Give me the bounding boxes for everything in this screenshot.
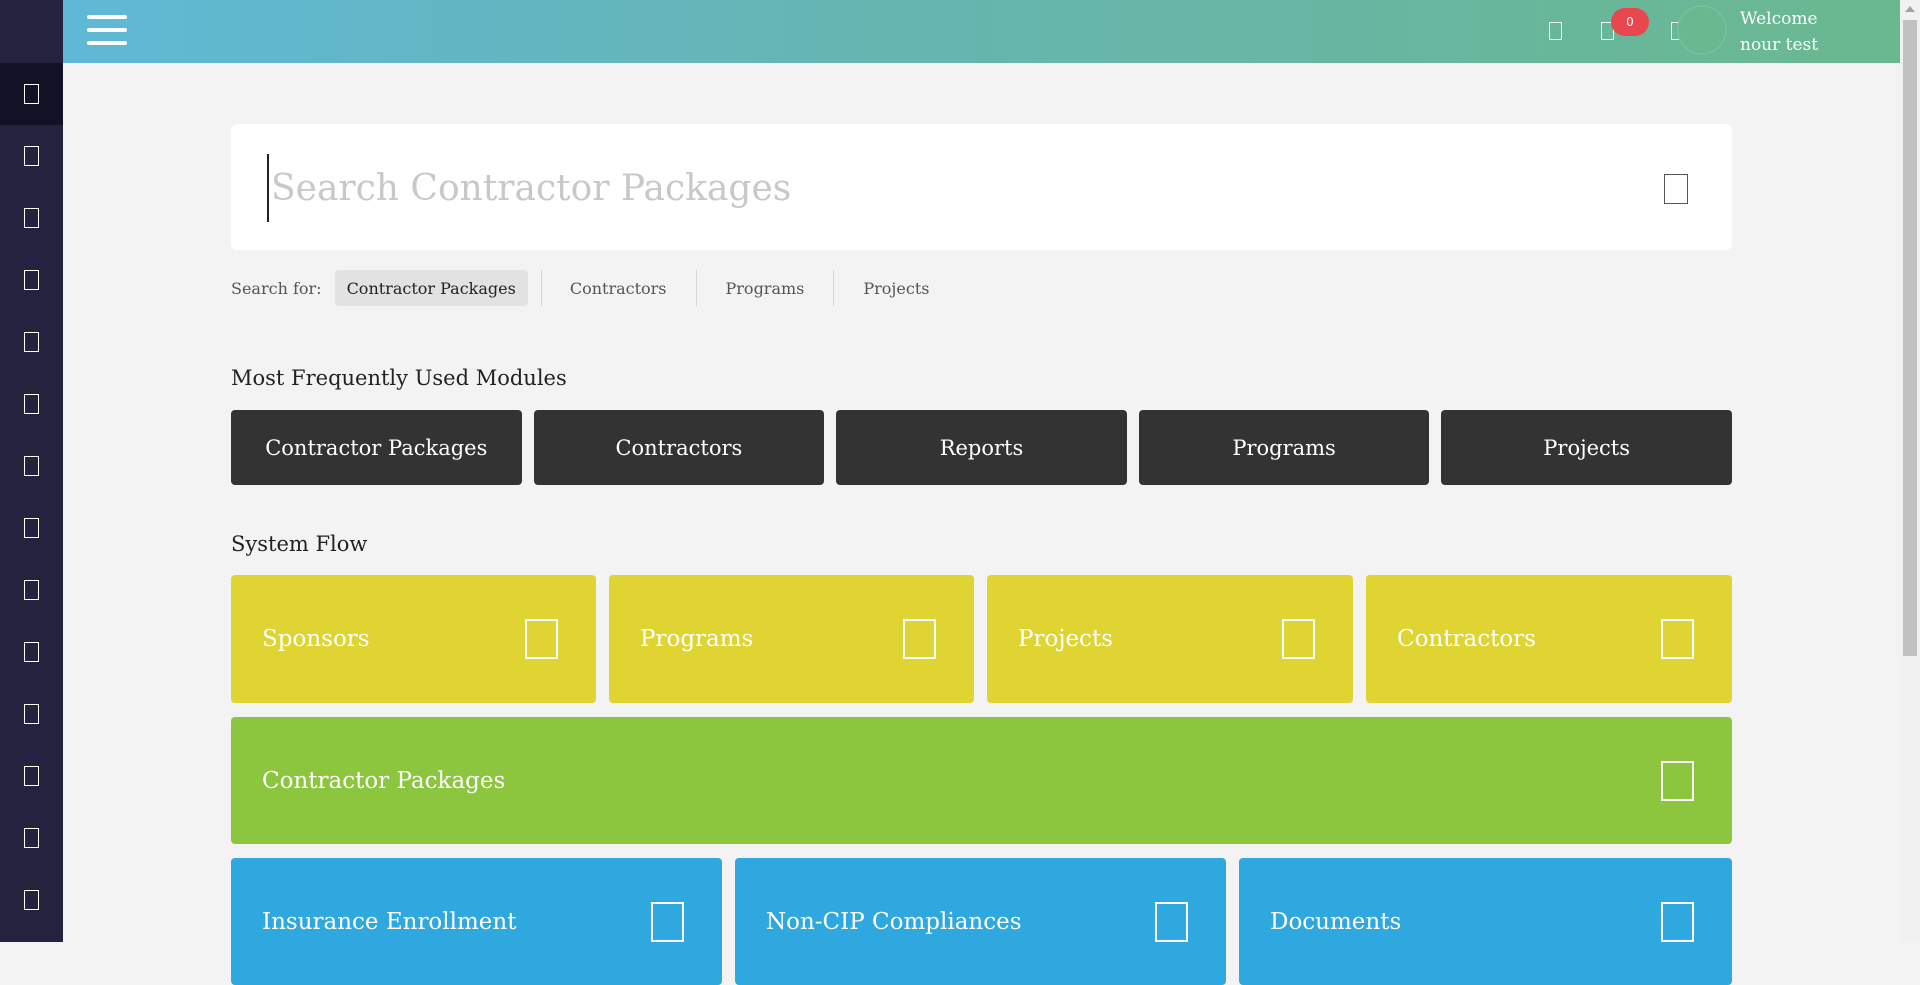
module-reports-button[interactable]: Reports [836,410,1127,485]
flow-tile-label: Projects [1018,626,1113,652]
projects-icon [1282,619,1315,659]
scroll-up-arrow-icon[interactable] [1905,6,1915,12]
welcome-text: Welcome [1740,9,1818,29]
flow-tile-label: Documents [1270,908,1402,935]
user-name: nour test [1740,35,1819,55]
bell-icon[interactable] [1549,22,1562,40]
module-contractors-button[interactable]: Contractors [533,410,825,485]
module-projects-button[interactable]: Projects [1441,410,1732,485]
sidebar-item-logout[interactable] [0,869,63,931]
flow-tile-label: Insurance Enrollment [262,908,517,935]
sidebar-item-programs[interactable] [0,187,63,249]
flow-tile-contractors[interactable]: Contractors [1366,575,1732,703]
messages-badge: 0 [1611,8,1649,36]
search-scope-contractors[interactable]: Contractors [541,270,697,306]
scroll-thumb[interactable] [1903,20,1917,656]
contractors-icon [1661,619,1694,659]
dashboard-icon [24,84,39,104]
flow-tile-contractor-packages[interactable]: Contractor Packages [231,717,1732,844]
search-scope-projects[interactable]: Projects [834,270,958,306]
flow-tile-non-cip-compliances[interactable]: Non-CIP Compliances [735,858,1226,985]
sidebar-item-help[interactable] [0,807,63,869]
modules-row: Contractor Packages Contractors Reports … [231,410,1732,485]
module-contractor-packages-button[interactable]: Contractor Packages [231,410,522,485]
flow-tile-label: Sponsors [262,626,370,652]
insurance-icon [24,456,39,476]
flow-tile-label: Non-CIP Compliances [766,908,1022,935]
modules-title: Most Frequently Used Modules [231,366,567,390]
sidebar-item-reports[interactable] [0,621,63,683]
search-scope-label: Search for: [231,278,322,298]
contractor-packages-icon [1661,760,1694,801]
search-input[interactable] [267,154,1573,222]
scrollbar[interactable] [1900,0,1920,942]
sidebar-item-settings[interactable] [0,745,63,807]
search-scope: Search for: Contractor Packages Contract… [231,270,958,306]
sidebar [0,0,63,942]
sidebar-item-contractor-packages[interactable] [0,373,63,435]
flow-tile-documents[interactable]: Documents [1239,858,1732,985]
avatar[interactable] [1677,5,1727,55]
search-icon[interactable] [1664,174,1688,204]
search-scope-programs[interactable]: Programs [697,270,835,306]
documents-icon [24,580,39,600]
reports-icon [24,642,39,662]
contractors-icon [24,332,39,352]
sidebar-item-users[interactable] [0,683,63,745]
sidebar-item-insurance[interactable] [0,435,63,497]
flow-tile-label: Programs [640,626,754,652]
flow-tile-insurance-enrollment[interactable]: Insurance Enrollment [231,858,722,985]
flow-tile-sponsors[interactable]: Sponsors [231,575,596,703]
projects-icon [24,270,39,290]
sidebar-item-contractors[interactable] [0,311,63,373]
system-flow-title: System Flow [231,532,368,556]
search-scope-contractor-packages[interactable]: Contractor Packages [334,270,543,306]
sponsors-icon [525,619,558,659]
compliance-icon [1155,901,1188,942]
hamburger-menu-icon[interactable] [87,15,127,45]
settings-icon [24,766,39,786]
documents-icon [1661,901,1694,942]
flow-tile-projects[interactable]: Projects [987,575,1353,703]
user-welcome[interactable]: Welcome nour test [1740,6,1818,58]
module-programs-button[interactable]: Programs [1138,410,1430,485]
sponsors-icon [24,146,39,166]
help-icon [24,828,39,848]
search-box [231,124,1732,250]
insurance-icon [651,901,684,942]
sidebar-item-documents[interactable] [0,559,63,621]
sidebar-item-projects[interactable] [0,249,63,311]
flow-tile-label: Contractor Packages [262,767,506,794]
sidebar-item-compliance[interactable] [0,497,63,559]
flow-tile-label: Contractors [1397,626,1536,652]
programs-icon [903,619,936,659]
sidebar-item-dashboard[interactable] [0,63,63,125]
users-icon [24,704,39,724]
flow-tile-programs[interactable]: Programs [609,575,974,703]
compliance-icon [24,518,39,538]
programs-icon [24,208,39,228]
logout-icon [24,890,39,910]
contractor-packages-icon [24,394,39,414]
sidebar-item-sponsors[interactable] [0,125,63,187]
topbar: 0 0 Welcome nour test [63,0,1900,63]
